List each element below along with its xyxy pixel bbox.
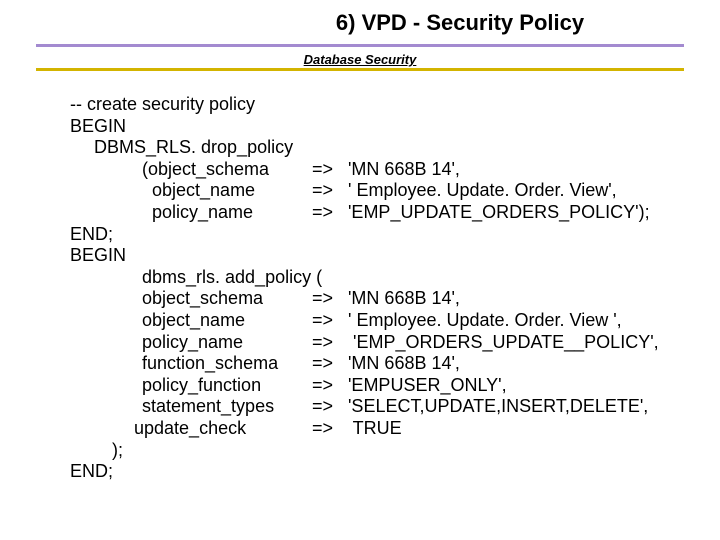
param-key: object_schema (142, 288, 312, 310)
param-value: 'EMP_UPDATE_ORDERS_POLICY'); (348, 202, 650, 222)
code-line: END; (70, 461, 680, 483)
param-key: statement_types (142, 396, 312, 418)
arrow-icon: => (312, 159, 348, 181)
code-line: -- create security policy (70, 94, 680, 116)
param-value: 'MN 668B 14', (348, 288, 460, 308)
code-line: object_schema=>'MN 668B 14', (70, 288, 680, 310)
param-value: 'EMPUSER_ONLY', (348, 375, 507, 395)
param-value: 'EMP_ORDERS_UPDATE__POLICY', (348, 332, 659, 352)
code-line: DBMS_RLS. drop_policy (70, 137, 680, 159)
param-value: TRUE (348, 418, 402, 438)
arrow-icon: => (312, 396, 348, 418)
slide: 6) VPD - Security Policy Database Securi… (0, 0, 720, 540)
param-key: policy_name (142, 332, 312, 354)
arrow-icon: => (312, 180, 348, 202)
arrow-icon: => (312, 288, 348, 310)
code-line: statement_types=>'SELECT,UPDATE,INSERT,D… (70, 396, 680, 418)
arrow-icon: => (312, 310, 348, 332)
param-key: policy_function (142, 375, 312, 397)
code-line: object_name=>' Employee. Update. Order. … (70, 180, 680, 202)
arrow-icon: => (312, 418, 348, 440)
arrow-icon: => (312, 375, 348, 397)
code-line: policy_name=>'EMP_UPDATE_ORDERS_POLICY')… (70, 202, 680, 224)
code-block: -- create security policy BEGIN DBMS_RLS… (70, 94, 680, 483)
code-line: BEGIN (70, 116, 680, 138)
code-line: (object_schema=>'MN 668B 14', (70, 159, 680, 181)
param-key: policy_name (152, 202, 312, 224)
param-value: ' Employee. Update. Order. View ', (348, 310, 622, 330)
param-value: 'MN 668B 14', (348, 159, 460, 179)
code-line: ); (70, 440, 680, 462)
param-key: update_check (134, 418, 312, 440)
param-value: 'SELECT,UPDATE,INSERT,DELETE', (348, 396, 648, 416)
arrow-icon: => (312, 332, 348, 354)
code-line: BEGIN (70, 245, 680, 267)
arrow-icon: => (312, 202, 348, 224)
page-subtitle: Database Security (0, 52, 720, 67)
page-title: 6) VPD - Security Policy (0, 10, 720, 36)
param-value: 'MN 668B 14', (348, 353, 460, 373)
param-key: object_name (152, 180, 312, 202)
param-key: (object_schema (142, 159, 312, 181)
code-line: object_name=>' Employee. Update. Order. … (70, 310, 680, 332)
code-line: policy_name=> 'EMP_ORDERS_UPDATE__POLICY… (70, 332, 680, 354)
code-line: dbms_rls. add_policy ( (70, 267, 680, 289)
code-line: function_schema=>'MN 668B 14', (70, 353, 680, 375)
param-value: ' Employee. Update. Order. View', (348, 180, 617, 200)
code-line: END; (70, 224, 680, 246)
code-line: policy_function=>'EMPUSER_ONLY', (70, 375, 680, 397)
code-line: update_check=> TRUE (70, 418, 680, 440)
arrow-icon: => (312, 353, 348, 375)
param-key: object_name (142, 310, 312, 332)
param-key: function_schema (142, 353, 312, 375)
